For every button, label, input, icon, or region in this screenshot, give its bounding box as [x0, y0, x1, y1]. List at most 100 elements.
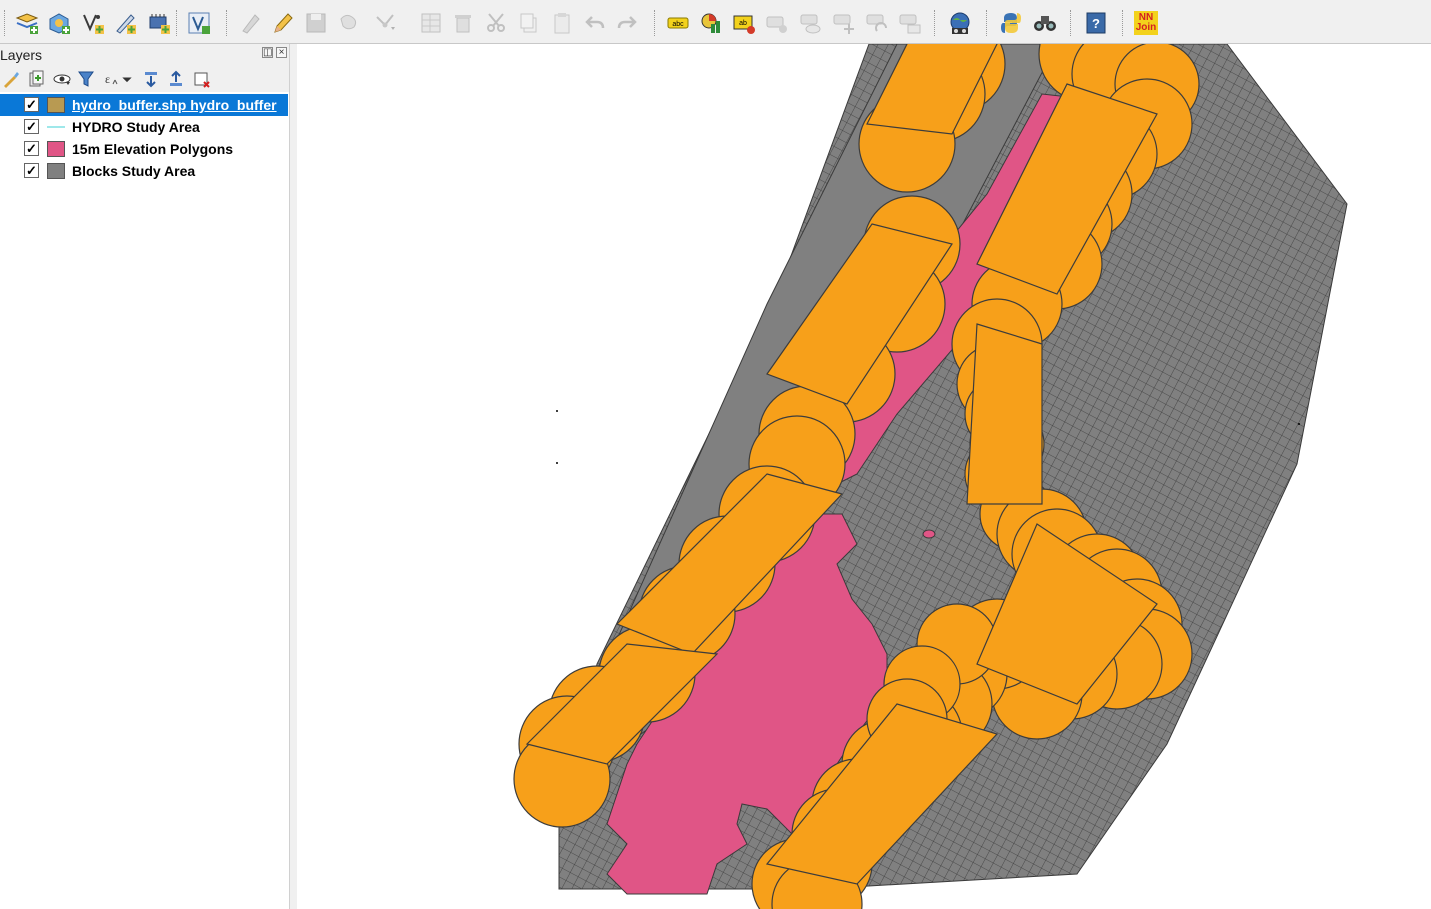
new-shapefile-button[interactable] — [80, 10, 106, 36]
collapse-all-button[interactable] — [166, 69, 186, 89]
redo-icon — [617, 16, 637, 29]
pin-labels-icon: ab — [733, 15, 755, 34]
layer-visibility-checkbox[interactable]: ✓ — [24, 97, 39, 112]
help-icon: ? — [1086, 12, 1106, 34]
add-spatialite-icon — [49, 13, 70, 34]
highlight-pinned-labels-icon — [766, 16, 787, 33]
float-panel-button[interactable]: ◫ — [262, 47, 273, 58]
current-edits-button[interactable] — [238, 10, 264, 36]
layer-name: hydro_buffer.shp hydro_buffer — [72, 97, 277, 113]
remove-layer-button[interactable] — [191, 69, 211, 89]
add-wms-icon — [149, 14, 170, 34]
undo-icon — [585, 16, 605, 29]
save-edits-icon — [306, 13, 326, 33]
delete-selected-icon — [455, 15, 471, 33]
filter-expression-button[interactable]: ε — [102, 69, 122, 89]
modify-attributes-button[interactable] — [418, 10, 444, 36]
paste-features-button[interactable] — [549, 10, 575, 36]
pin-labels-button[interactable]: ab — [731, 10, 757, 36]
chevron-down-icon — [122, 77, 132, 83]
toolbar-handle[interactable] — [4, 10, 7, 36]
main-toolbar: abc ab ? NN Join — [0, 0, 1431, 44]
python-console-button[interactable] — [998, 10, 1024, 36]
show-hide-labels-button[interactable] — [798, 10, 824, 36]
paste-features-icon — [554, 13, 570, 34]
diagram-icon — [701, 13, 720, 33]
rotate-label-button[interactable] — [864, 10, 890, 36]
expand-all-button[interactable] — [141, 69, 161, 89]
layer-name: 15m Elevation Polygons — [72, 141, 234, 157]
layer-row-blocks-study-area[interactable]: ✓ Blocks Study Area — [0, 160, 288, 182]
move-label-icon — [833, 14, 854, 34]
svg-text:abc: abc — [672, 21, 684, 28]
panel-splitter[interactable] — [289, 44, 297, 909]
add-virtual-layer-icon — [188, 12, 210, 34]
save-edits-button[interactable] — [303, 10, 329, 36]
open-layer-styling-icon — [4, 72, 19, 88]
layers-panel: Layers ◫ × ε ✓ hydro_buffer.shp hydro_bu… — [0, 44, 289, 909]
layers-panel-toolbar: ε — [0, 66, 289, 92]
redo-button[interactable] — [614, 10, 640, 36]
layer-visibility-checkbox[interactable]: ✓ — [24, 163, 39, 178]
current-edits-icon — [242, 14, 260, 34]
layer-visibility-checkbox[interactable]: ✓ — [24, 119, 39, 134]
locator-button[interactable] — [1032, 10, 1058, 36]
filter-expression-dropdown[interactable] — [120, 69, 134, 89]
help-button[interactable]: ? — [1083, 10, 1109, 36]
line-symbol-icon — [47, 126, 65, 128]
delete-selected-button[interactable] — [450, 10, 476, 36]
change-label-button[interactable] — [897, 10, 923, 36]
modify-attributes-icon — [421, 13, 441, 33]
toggle-editing-icon — [274, 13, 293, 33]
add-virtual-layer-button[interactable] — [186, 10, 212, 36]
layer-row-hydro-buffer[interactable]: ✓ hydro_buffer.shp hydro_buffer — [0, 94, 288, 116]
add-group-button[interactable] — [26, 69, 46, 89]
open-layer-styling-button[interactable] — [1, 69, 21, 89]
add-spatialite-button[interactable] — [46, 10, 72, 36]
add-vector-layer-icon — [15, 13, 39, 34]
highlight-pinned-labels-button[interactable] — [764, 10, 790, 36]
diagram-button[interactable] — [698, 10, 724, 36]
map-canvas[interactable] — [297, 44, 1431, 909]
new-gpx-button[interactable] — [112, 10, 138, 36]
remove-layer-icon — [194, 72, 210, 88]
filter-legend-icon — [78, 71, 94, 87]
node-tool-button[interactable] — [372, 10, 398, 36]
add-wms-button[interactable] — [146, 10, 172, 36]
manage-visibility-icon — [53, 74, 71, 85]
move-label-button[interactable] — [831, 10, 857, 36]
manage-visibility-button[interactable] — [52, 69, 72, 89]
layer-visibility-checkbox[interactable]: ✓ — [24, 141, 39, 156]
svg-text:?: ? — [1092, 16, 1100, 31]
toggle-editing-button[interactable] — [270, 10, 296, 36]
fill-symbol-icon — [47, 97, 65, 113]
add-feature-button[interactable] — [337, 10, 363, 36]
svg-text:ab: ab — [739, 20, 747, 27]
add-vector-layer-button[interactable] — [14, 10, 40, 36]
nnjoin-icon-bottom: Join — [1135, 22, 1157, 33]
new-shapefile-icon — [83, 14, 104, 34]
map-view — [513, 44, 1348, 909]
filter-legend-button[interactable] — [76, 69, 96, 89]
nnjoin-button[interactable]: NN Join — [1134, 11, 1158, 35]
georeferencer-button[interactable] — [947, 10, 973, 36]
cut-features-button[interactable] — [484, 10, 510, 36]
locator-icon — [1034, 16, 1056, 31]
label-button[interactable]: abc — [665, 10, 691, 36]
layer-name: HYDRO Study Area — [72, 119, 200, 135]
undo-button[interactable] — [582, 10, 608, 36]
copy-features-icon — [520, 13, 537, 33]
fill-symbol-icon — [47, 141, 65, 157]
layer-row-hydro-study-area[interactable]: ✓ HYDRO Study Area — [0, 116, 288, 138]
expand-all-icon — [145, 72, 157, 88]
change-label-icon — [899, 14, 921, 34]
layer-row-elevation-polygons[interactable]: ✓ 15m Elevation Polygons — [0, 138, 288, 160]
georeferencer-icon — [950, 12, 970, 34]
copy-features-button[interactable] — [516, 10, 542, 36]
show-hide-labels-icon — [800, 14, 821, 34]
close-panel-button[interactable]: × — [276, 47, 287, 58]
new-gpx-icon — [116, 14, 136, 34]
layers-panel-title: Layers — [0, 47, 43, 63]
filter-expression-icon: ε — [105, 72, 118, 86]
node-tool-icon — [376, 14, 395, 30]
